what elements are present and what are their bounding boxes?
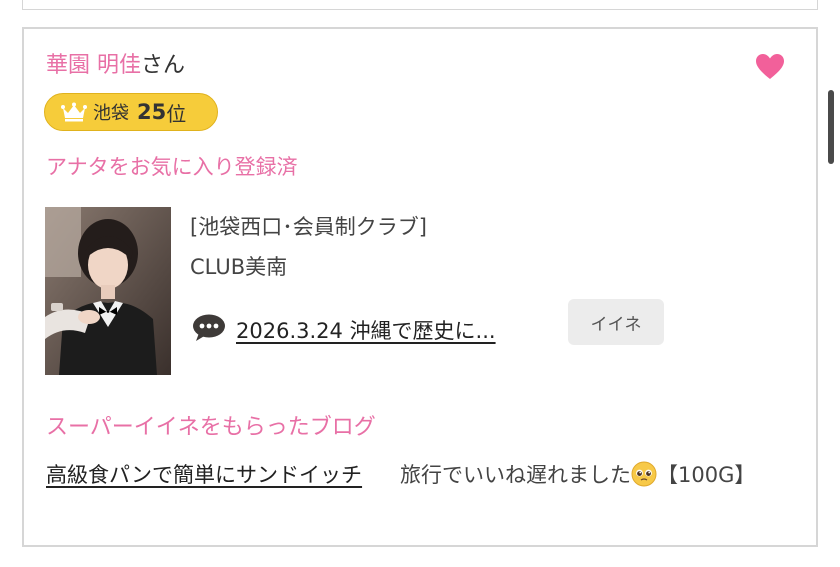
iine-button[interactable]: イイネ — [568, 299, 664, 345]
cast-card: 華園 明佳さん 池袋 25 位 アナタをお気に入り登録済 [池袋西口･会員制クラ… — [22, 27, 818, 547]
rank-area: 池袋 — [93, 103, 129, 124]
comment-bubble-icon — [193, 314, 225, 341]
super-iine-blog-link[interactable]: 高級食パンで簡単にサンドイッチ — [46, 459, 398, 492]
shop-name[interactable]: CLUB美南 — [190, 251, 287, 281]
cast-name[interactable]: 華園 明佳 — [46, 53, 141, 78]
scrollbar[interactable] — [828, 90, 834, 164]
shop-category: [池袋西口･会員制クラブ] — [190, 215, 427, 239]
previous-card-edge — [22, 0, 818, 10]
blog-title-text-suffix: 【100G】 — [657, 463, 756, 487]
super-iine-blog-link[interactable]: 旅行でいいね遅れました 【100G】 — [400, 459, 780, 492]
cast-photo[interactable] — [45, 207, 171, 375]
cast-name-suffix: さん — [141, 53, 186, 78]
pleading-face-emoji — [631, 461, 657, 487]
blog-title-text: 旅行でいいね遅れました — [400, 463, 631, 487]
favorite-status: アナタをお気に入り登録済 — [46, 155, 298, 179]
rank-unit: 位 — [166, 101, 187, 126]
latest-blog-link[interactable]: 2026.3.24 沖縄で歴史に... — [236, 315, 496, 345]
crown-icon — [61, 102, 87, 122]
super-iine-title: スーパーイイネをもらったブログ — [46, 415, 376, 440]
cast-name-row[interactable]: 華園 明佳さん — [46, 51, 185, 81]
heart-icon[interactable] — [754, 51, 786, 83]
rank-badge[interactable]: 池袋 25 位 — [44, 93, 218, 131]
rank-number: 25 — [137, 100, 167, 124]
